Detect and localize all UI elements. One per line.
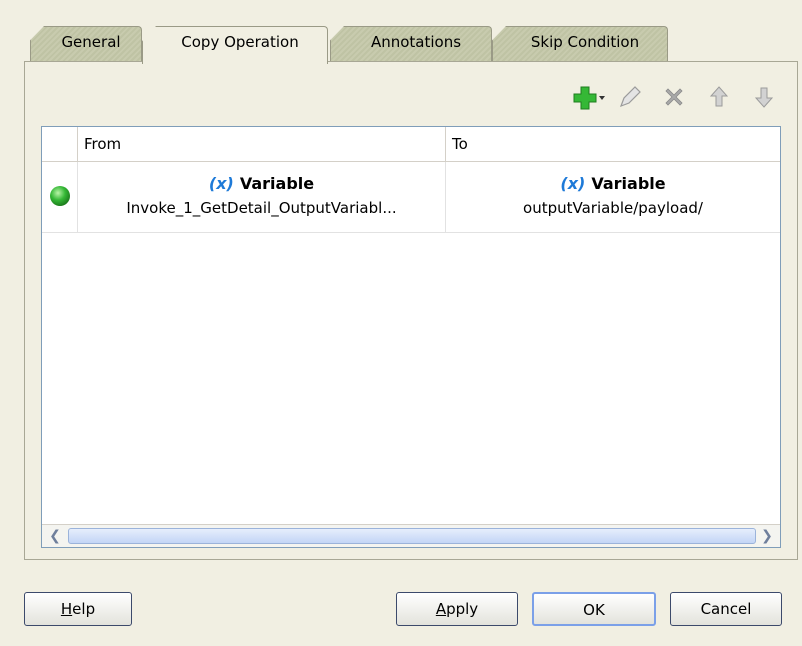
to-value: outputVariable/payload/ xyxy=(523,199,703,217)
move-up-icon[interactable] xyxy=(706,84,732,110)
tab-annotations[interactable]: Annotations xyxy=(330,26,492,62)
variable-icon: (x) xyxy=(208,174,234,193)
status-column-header xyxy=(42,127,78,161)
tab-copy-operation[interactable]: Copy Operation xyxy=(142,26,328,64)
to-type: Variable xyxy=(591,174,666,193)
apply-mnemonic: A xyxy=(435,600,447,618)
copy-rules-table: From To (x) Variable Invoke_1_GetDetail_… xyxy=(41,126,781,548)
ok-button[interactable]: OK xyxy=(532,592,656,626)
from-value: Invoke_1_GetDetail_OutputVariabl... xyxy=(126,199,397,217)
scrollbar-thumb[interactable] xyxy=(68,528,756,544)
to-column-header[interactable]: To xyxy=(446,127,780,161)
variable-icon: (x) xyxy=(560,174,586,193)
from-type: Variable xyxy=(239,174,315,193)
to-variable-heading: (x) Variable xyxy=(446,174,780,193)
status-cell xyxy=(42,162,78,232)
delete-icon[interactable] xyxy=(661,84,687,110)
to-cell: (x) Variable outputVariable/payload/ xyxy=(446,162,780,232)
tab-skip-condition[interactable]: Skip Condition xyxy=(492,26,668,62)
scroll-right-icon[interactable]: ❯ xyxy=(758,528,776,544)
add-icon[interactable] xyxy=(572,84,605,110)
horizontal-scrollbar[interactable]: ❮ ❯ xyxy=(42,524,780,547)
from-variable-heading: (x) Variable xyxy=(78,174,445,193)
help-mnemonic: H xyxy=(60,600,73,618)
tab-general[interactable]: General xyxy=(30,26,142,62)
scroll-left-icon[interactable]: ❮ xyxy=(46,528,64,544)
copy-operation-panel: From To (x) Variable Invoke_1_GetDetail_… xyxy=(24,61,798,560)
move-down-icon[interactable] xyxy=(751,84,777,110)
ok-label: OK xyxy=(583,601,605,619)
status-green-icon xyxy=(49,186,70,206)
table-header: From To xyxy=(42,127,780,162)
apply-button[interactable]: Apply xyxy=(396,592,518,626)
tab-bar: General Copy Operation Annotations Skip … xyxy=(30,26,730,64)
edit-icon[interactable] xyxy=(617,84,643,110)
copy-rules-toolbar xyxy=(558,84,777,114)
from-column-header[interactable]: From xyxy=(78,127,446,161)
cancel-button[interactable]: Cancel xyxy=(670,592,782,626)
table-row[interactable]: (x) Variable Invoke_1_GetDetail_OutputVar… xyxy=(42,162,780,233)
from-cell: (x) Variable Invoke_1_GetDetail_OutputVar… xyxy=(78,162,446,232)
tab-general-label: General xyxy=(61,33,121,51)
apply-label-rest: pply xyxy=(446,600,479,618)
cancel-label: Cancel xyxy=(700,600,752,618)
tab-skip-condition-label: Skip Condition xyxy=(530,33,640,51)
help-button[interactable]: Help xyxy=(24,592,132,626)
help-label-rest: elp xyxy=(72,600,96,618)
tab-annotations-label: Annotations xyxy=(370,33,462,51)
tab-copy-operation-label: Copy Operation xyxy=(181,33,299,51)
